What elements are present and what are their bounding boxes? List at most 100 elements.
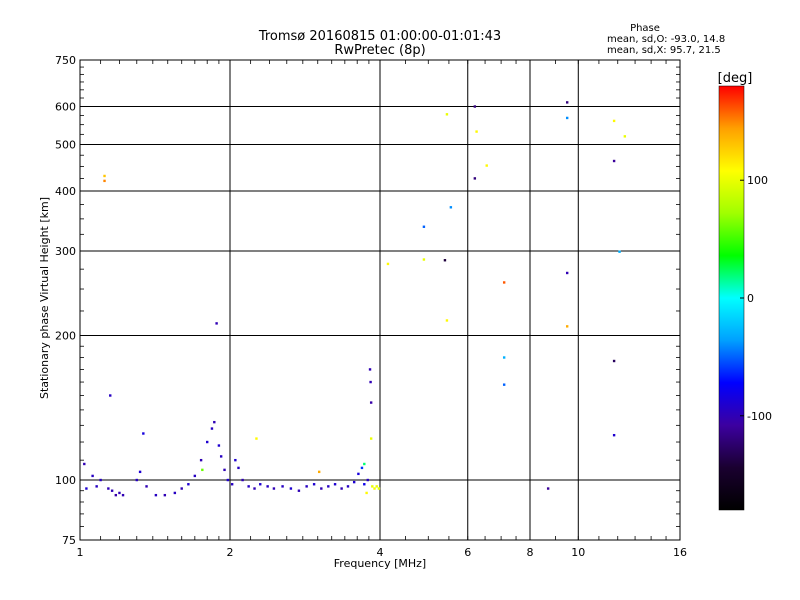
data-point (346, 485, 350, 488)
data-point (445, 319, 449, 322)
data-point (103, 174, 106, 178)
data-point (91, 474, 94, 478)
y-tick-label: 100 (55, 474, 76, 487)
data-point (103, 179, 106, 183)
data-point (612, 359, 616, 363)
data-point (443, 259, 447, 262)
stats-heading: Phase (630, 23, 660, 34)
data-point (612, 119, 616, 123)
data-point (180, 487, 183, 490)
data-point (305, 485, 308, 488)
data-point (173, 491, 177, 495)
data-point (217, 444, 221, 447)
data-point (142, 432, 145, 435)
data-point (215, 322, 218, 325)
data-point (502, 383, 506, 386)
data-point (502, 356, 506, 359)
data-point (565, 116, 569, 120)
data-point (226, 478, 230, 482)
data-point (357, 472, 360, 476)
data-point (366, 478, 369, 482)
data-point (317, 470, 321, 474)
y-tick-label: 750 (55, 54, 76, 67)
data-point (255, 437, 258, 440)
data-point (422, 258, 426, 261)
data-point (565, 101, 569, 104)
data-point (363, 483, 366, 486)
chart-title: Tromsø 20160815 01:00:00-01:01:43 (258, 29, 501, 44)
data-point (363, 462, 366, 466)
data-point (107, 487, 110, 490)
x-tick-label: 6 (464, 546, 471, 559)
data-point (377, 487, 381, 490)
colorbar-tick-label: -100 (747, 410, 772, 423)
data-point (369, 380, 372, 384)
plot-area: 1 2 4 6 8 10 16 75100200300400500600750 (55, 54, 687, 559)
data-point (565, 325, 569, 328)
data-point (247, 485, 250, 488)
data-point (237, 466, 240, 470)
data-point (114, 493, 118, 497)
data-point (369, 437, 373, 440)
data-point (369, 401, 373, 404)
data-point (223, 468, 226, 472)
y-axis-ticks: 75 100 200 300 400 500 600 750 (55, 54, 680, 547)
data-point (121, 493, 125, 497)
data-point (371, 485, 374, 488)
data-point (199, 458, 203, 462)
data-point (312, 483, 316, 486)
data-point (473, 105, 477, 108)
data-point (193, 474, 197, 478)
data-point (623, 135, 627, 138)
stats-line-o: mean, sd,O: -93.0, 14.8 (607, 34, 725, 45)
data-point (281, 485, 284, 488)
data-point (272, 487, 276, 490)
data-point (449, 206, 453, 209)
data-point (612, 159, 616, 163)
data-point (187, 483, 190, 486)
y-tick-label: 75 (62, 534, 76, 547)
data-point (210, 427, 214, 430)
ionogram-chart: Tromsø 20160815 01:00:00-01:01:43 RwPret… (38, 23, 772, 570)
stats-line-x: mean, sd,X: 95.7, 21.5 (607, 45, 721, 56)
data-point (205, 440, 209, 444)
data-point (502, 281, 506, 284)
data-point (373, 487, 376, 490)
data-point (234, 458, 237, 462)
data-point (375, 485, 378, 488)
data-point (259, 483, 262, 486)
y-axis-label: Stationary phase Virtual Height [km] (38, 197, 51, 399)
x-tick-label: 8 (527, 546, 534, 559)
data-point (213, 420, 216, 424)
y-tick-label: 200 (55, 330, 76, 343)
data-point (109, 394, 112, 397)
data-point (546, 487, 550, 490)
data-point (475, 130, 478, 133)
y-tick-label: 300 (55, 245, 76, 258)
data-point (95, 485, 98, 488)
x-tick-label: 10 (571, 546, 585, 559)
y-tick-label: 500 (55, 139, 76, 152)
colorbar: [deg] 100 0 -100 (718, 71, 772, 511)
data-point (368, 368, 372, 371)
y-tick-label: 400 (55, 185, 76, 198)
colorbar-tick-label: 100 (747, 174, 768, 187)
grid-lines (80, 60, 680, 540)
data-point (253, 487, 256, 490)
data-point (340, 487, 343, 490)
x-axis-label: Frequency [MHz] (334, 557, 426, 570)
x-tick-label: 2 (227, 546, 234, 559)
data-point (163, 493, 167, 497)
data-point (320, 487, 323, 490)
y-tick-label: 600 (55, 101, 76, 114)
data-point (99, 478, 102, 482)
data-point (266, 485, 269, 488)
data-point (83, 462, 86, 466)
data-point (110, 489, 114, 492)
data-point (422, 225, 426, 228)
colorbar-label: [deg] (718, 71, 753, 86)
data-point (289, 487, 293, 490)
data-point (365, 491, 368, 495)
data-point (445, 113, 449, 116)
colorbar-ticks: 100 0 -100 (740, 174, 772, 423)
